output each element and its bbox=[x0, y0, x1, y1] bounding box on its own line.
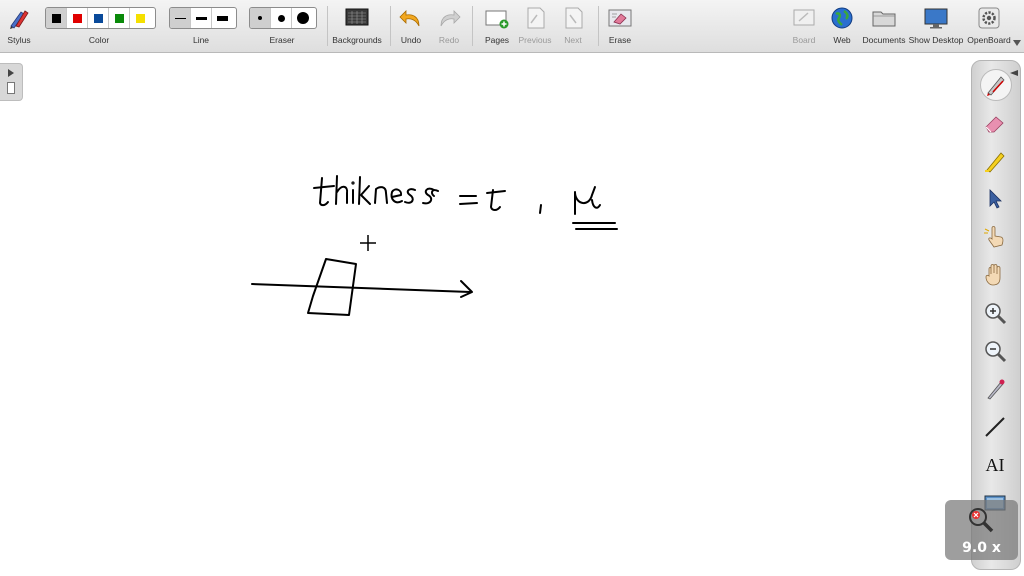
board-label: Board bbox=[792, 35, 816, 45]
board-icon bbox=[793, 9, 815, 26]
undo-icon bbox=[399, 10, 420, 27]
line-medium[interactable] bbox=[191, 8, 212, 28]
hand-tool-button[interactable] bbox=[980, 260, 1010, 290]
color-swatch-red bbox=[72, 13, 82, 23]
selector-icon bbox=[989, 189, 1002, 209]
interact-tool-button[interactable] bbox=[980, 222, 1010, 252]
chevron-down-icon[interactable] bbox=[1013, 40, 1021, 46]
color-label: Color bbox=[88, 35, 110, 45]
color-swatch-black bbox=[51, 13, 61, 23]
eraser-icon bbox=[985, 116, 1004, 133]
color-red[interactable] bbox=[67, 8, 88, 28]
toolbar-separator bbox=[390, 6, 391, 46]
zoom-magnifier-icon bbox=[969, 508, 994, 533]
backgrounds-icon bbox=[345, 8, 369, 26]
crosshair-cursor-icon bbox=[360, 235, 376, 251]
line-thick-icon bbox=[217, 15, 228, 21]
zoom-level-text: 9.0 x bbox=[962, 540, 1001, 556]
color-swatch-green bbox=[114, 13, 124, 23]
eraser-small-icon bbox=[258, 16, 262, 20]
undo-label: Undo bbox=[400, 35, 422, 45]
highlighter-icon bbox=[985, 152, 1005, 173]
stylus-label: Stylus bbox=[7, 35, 31, 45]
next-label: Next bbox=[564, 35, 582, 45]
pen-tool-button[interactable] bbox=[980, 69, 1012, 101]
zoom-in-tool-button[interactable] bbox=[980, 298, 1010, 328]
text-tool-button[interactable]: AI bbox=[980, 450, 1010, 480]
add-page-icon bbox=[485, 10, 509, 29]
color-selector bbox=[45, 7, 156, 29]
line-medium-icon bbox=[195, 16, 207, 20]
erase-label: Erase bbox=[608, 35, 632, 45]
color-blue[interactable] bbox=[88, 8, 109, 28]
line-thin[interactable] bbox=[170, 8, 191, 28]
interact-icon bbox=[984, 226, 1004, 248]
show-desktop-label: Show Desktop bbox=[908, 35, 964, 45]
laser-pointer-tool-button[interactable] bbox=[980, 374, 1010, 404]
openboard-label: OpenBoard bbox=[967, 35, 1011, 45]
color-yellow[interactable] bbox=[130, 8, 151, 28]
line-thick[interactable] bbox=[212, 8, 233, 28]
eraser-tool-button[interactable] bbox=[980, 108, 1010, 138]
toolbar-separator bbox=[327, 6, 328, 46]
collapse-dock-icon[interactable] bbox=[1010, 69, 1018, 77]
line-width-selector bbox=[169, 7, 237, 29]
eraser-label: Eraser bbox=[269, 35, 295, 45]
stylus-icon bbox=[10, 10, 29, 29]
line-tool-button[interactable] bbox=[980, 412, 1010, 442]
pen-icon bbox=[987, 76, 1005, 96]
handwritten-text bbox=[313, 175, 618, 230]
line-thin-icon bbox=[174, 17, 186, 19]
selector-tool-button[interactable] bbox=[980, 184, 1010, 214]
tool-dock: AI bbox=[971, 60, 1021, 570]
color-swatch-yellow bbox=[136, 13, 145, 23]
highlighter-tool-button[interactable] bbox=[980, 146, 1010, 176]
folder-icon bbox=[872, 11, 896, 27]
text-icon: AI bbox=[985, 454, 1005, 475]
eraser-small[interactable] bbox=[250, 8, 271, 28]
main-toolbar: Stylus Color Line Eraser Backgrounds Und… bbox=[0, 0, 1024, 53]
color-black[interactable] bbox=[46, 8, 67, 28]
pages-label: Pages bbox=[484, 35, 510, 45]
eraser-size-selector bbox=[249, 7, 317, 29]
toolbar-separator bbox=[472, 6, 473, 46]
eraser-large[interactable] bbox=[292, 8, 313, 28]
zoom-out-tool-button[interactable] bbox=[980, 336, 1010, 366]
previous-page-icon bbox=[527, 7, 545, 29]
eraser-large-icon bbox=[296, 12, 309, 24]
laser-pointer-icon bbox=[987, 379, 1005, 400]
next-page-icon bbox=[565, 7, 583, 29]
zoom-in-icon bbox=[985, 303, 1007, 325]
hand-icon bbox=[985, 264, 1001, 286]
eraser-medium-icon bbox=[277, 14, 285, 22]
documents-label: Documents bbox=[862, 35, 906, 45]
line-label: Line bbox=[192, 35, 210, 45]
toolbar-separator bbox=[598, 6, 599, 46]
erase-page-icon bbox=[608, 9, 632, 27]
zoom-out-icon bbox=[985, 341, 1007, 363]
zoom-indicator: 9.0 x bbox=[945, 500, 1018, 560]
whiteboard-canvas[interactable] bbox=[0, 53, 1024, 576]
previous-label: Previous bbox=[518, 35, 552, 45]
color-green[interactable] bbox=[109, 8, 130, 28]
globe-icon bbox=[831, 7, 853, 29]
line-icon bbox=[985, 417, 1005, 437]
handwritten-arrow bbox=[251, 280, 473, 298]
web-label: Web bbox=[833, 35, 851, 45]
backgrounds-label: Backgrounds bbox=[332, 35, 382, 45]
gear-icon bbox=[978, 7, 1000, 29]
redo-icon bbox=[440, 10, 461, 27]
redo-label: Redo bbox=[438, 35, 460, 45]
monitor-icon bbox=[924, 8, 948, 29]
color-swatch-blue bbox=[93, 13, 103, 23]
eraser-medium[interactable] bbox=[271, 8, 292, 28]
